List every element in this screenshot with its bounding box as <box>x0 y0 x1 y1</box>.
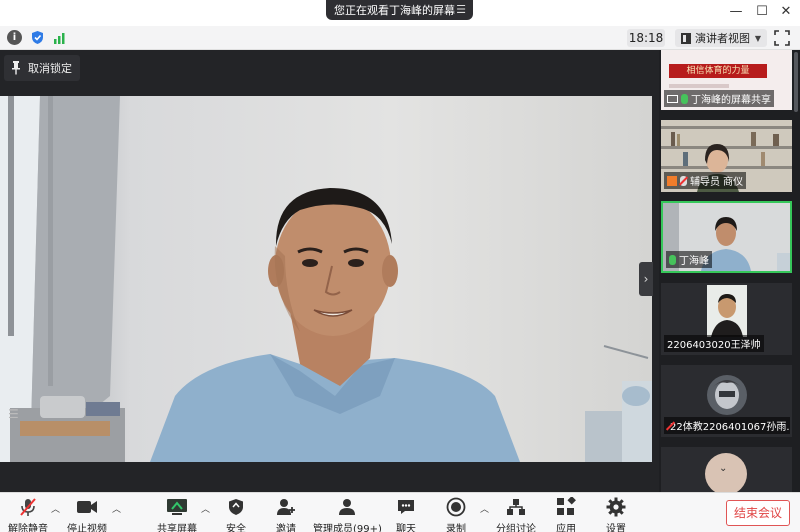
unlock-label: 取消锁定 <box>28 62 72 75</box>
participant-tile[interactable]: 辅导员 商仪 <box>661 120 792 192</box>
mic-off-icon <box>0 497 56 517</box>
meeting-toolbar: 解除静音 ︿ 停止视频 ︿ 共享屏幕 ︿ 安全 邀请 管理成员(99+) 聊天 … <box>0 492 800 532</box>
share-screen-button[interactable]: 共享屏幕 <box>149 497 205 532</box>
participant-tile[interactable]: 2206403020王泽帅 <box>661 283 792 355</box>
pin-icon <box>12 61 20 75</box>
speaker-view-icon <box>681 32 691 44</box>
view-mode-dropdown[interactable]: 演讲者视图 ▼ <box>675 29 767 47</box>
host-badge-icon <box>667 175 677 186</box>
gallery-scrollbar[interactable] <box>794 52 798 112</box>
breakout-label: 分组讨论 <box>496 524 536 532</box>
participant-label: 丁海峰的屏幕共享 <box>664 90 774 107</box>
end-meeting-button[interactable]: 结束会议 <box>726 500 790 526</box>
apps-icon <box>538 497 594 517</box>
settings-label: 设置 <box>606 524 626 532</box>
info-icon[interactable]: i <box>7 30 22 45</box>
manage-members-label: 管理成员(99+) <box>313 524 382 532</box>
invite-label: 邀请 <box>276 524 296 532</box>
unlock-button[interactable]: 取消锁定 <box>4 55 80 81</box>
fullscreen-icon[interactable] <box>774 30 790 46</box>
participant-name: 2206403020王泽帅 <box>667 340 761 351</box>
participant-label: 2206403020王泽帅 <box>664 335 764 352</box>
participant-gallery: 相信体育的力量 丁海峰的屏幕共享 辅导员 商仪 丁海峰 2206403020王泽… <box>659 50 800 492</box>
participant-name: 丁海峰 <box>679 256 709 267</box>
screen-share-banner[interactable]: 您正在观看丁海峰的屏幕 ☰ <box>326 0 473 20</box>
screen-share-icon <box>667 94 678 103</box>
participant-name: 丁海峰的屏幕共享 <box>691 95 771 106</box>
meeting-clock: 18:18 <box>627 29 665 47</box>
list-icon[interactable]: ☰ <box>456 3 466 16</box>
gear-icon <box>588 497 644 517</box>
shield-icon[interactable] <box>30 30 45 45</box>
participant-tile[interactable]: 22体教2206401067孙雨... <box>661 365 792 437</box>
record-label: 录制 <box>446 524 466 532</box>
shield-icon <box>208 497 264 517</box>
chat-label: 聊天 <box>396 524 416 532</box>
stop-video-button[interactable]: 停止视频 <box>59 497 115 532</box>
share-screen-label: 共享屏幕 <box>157 524 197 532</box>
chat-icon <box>378 497 434 517</box>
apps-button[interactable]: 应用 <box>538 497 594 532</box>
participant-tile-active[interactable]: 丁海峰 <box>661 201 792 273</box>
chat-button[interactable]: 聊天 <box>378 497 434 532</box>
video-camera-icon <box>59 497 115 517</box>
record-button[interactable]: 录制 <box>428 497 484 532</box>
invite-button[interactable]: 邀请 <box>258 497 314 532</box>
record-icon <box>428 497 484 517</box>
mic-on-icon <box>669 254 676 265</box>
participant-label: 22体教2206401067孙雨... <box>664 417 790 434</box>
maximize-icon[interactable]: ☐ <box>754 4 770 19</box>
collapse-gallery-button[interactable]: › <box>639 262 653 296</box>
speaker-video-frame <box>0 96 652 462</box>
chevron-down-icon[interactable]: ⌄ <box>719 463 727 474</box>
video-options-caret[interactable]: ︿ <box>112 502 121 515</box>
breakout-rooms-button[interactable]: 分组讨论 <box>488 497 544 532</box>
participant-label: 辅导员 商仪 <box>664 172 747 189</box>
participant-tile[interactable]: ⌄ <box>661 447 792 492</box>
speaker-video <box>0 96 652 462</box>
unmute-button[interactable]: 解除静音 <box>0 497 56 532</box>
handle-icon[interactable]: ☰ <box>8 407 19 421</box>
close-icon[interactable]: ✕ <box>778 4 794 19</box>
chevron-down-icon: ▼ <box>754 33 761 43</box>
view-mode-label: 演讲者视图 <box>695 32 750 45</box>
window-title-bar: 您正在观看丁海峰的屏幕 ☰ — ☐ ✕ <box>0 0 800 26</box>
settings-button[interactable]: 设置 <box>588 497 644 532</box>
main-video-stage: 取消锁定 › ☰ <box>0 50 659 492</box>
mic-off-icon <box>680 175 687 186</box>
minimize-icon[interactable]: — <box>728 4 744 19</box>
members-icon <box>313 497 381 517</box>
participant-name: 22体教2206401067孙雨... <box>670 422 790 433</box>
stop-video-label: 停止视频 <box>67 524 107 532</box>
breakout-icon <box>488 497 544 517</box>
participant-tile[interactable]: 相信体育的力量 丁海峰的屏幕共享 <box>661 50 792 110</box>
security-button[interactable]: 安全 <box>208 497 264 532</box>
meeting-info-bar: i 18:18 演讲者视图 ▼ <box>0 26 800 50</box>
invite-icon <box>258 497 314 517</box>
mic-on-icon <box>681 93 688 104</box>
shared-slide-title: 相信体育的力量 <box>669 64 767 78</box>
signal-icon[interactable] <box>52 30 67 45</box>
security-label: 安全 <box>226 524 246 532</box>
unmute-label: 解除静音 <box>8 524 48 532</box>
apps-label: 应用 <box>556 524 576 532</box>
manage-members-button[interactable]: 管理成员(99+) <box>313 497 382 532</box>
share-screen-icon <box>149 497 205 517</box>
participant-label: 丁海峰 <box>666 251 712 268</box>
share-banner-text: 您正在观看丁海峰的屏幕 <box>334 4 455 17</box>
participant-name: 辅导员 商仪 <box>690 177 744 188</box>
